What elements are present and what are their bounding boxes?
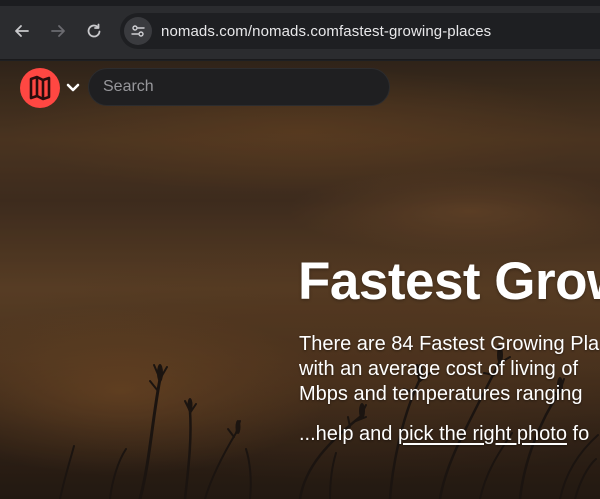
- hero-description: There are 84 Fastest Growing Pla with an…: [299, 332, 600, 407]
- page-title: Fastest Grow: [298, 252, 600, 311]
- url-text[interactable]: nomads.com/nomads.comfastest-growing-pla…: [161, 23, 491, 40]
- description-line: There are 84 Fastest Growing Pla: [299, 333, 600, 355]
- chevron-down-icon[interactable]: [65, 82, 81, 94]
- arrow-left-icon: [15, 25, 29, 37]
- help-suffix: fo: [566, 423, 590, 445]
- description-line: Mbps and temperatures ranging: [299, 383, 583, 405]
- nomads-logo[interactable]: [20, 68, 60, 108]
- pick-photo-link[interactable]: pick the right photo: [398, 423, 567, 445]
- address-bar[interactable]: nomads.com/nomads.comfastest-growing-pla…: [120, 13, 600, 49]
- page-content: Fastest Grow There are 84 Fastest Growin…: [0, 61, 600, 499]
- help-prefix: ...help and: [299, 423, 398, 445]
- tune-icon: [131, 25, 145, 37]
- browser-toolbar: nomads.com/nomads.comfastest-growing-pla…: [0, 0, 600, 60]
- back-button[interactable]: [9, 18, 35, 44]
- search-input[interactable]: [88, 68, 390, 106]
- site-info-button[interactable]: [124, 17, 152, 45]
- description-line: with an average cost of living of: [299, 358, 579, 380]
- reload-button[interactable]: [81, 18, 107, 44]
- help-text: ...help and pick the right photo fo: [299, 423, 589, 446]
- forward-button[interactable]: [45, 18, 71, 44]
- reload-icon: [87, 23, 101, 38]
- map-logo-icon: [29, 75, 51, 101]
- arrow-right-icon: [51, 25, 65, 37]
